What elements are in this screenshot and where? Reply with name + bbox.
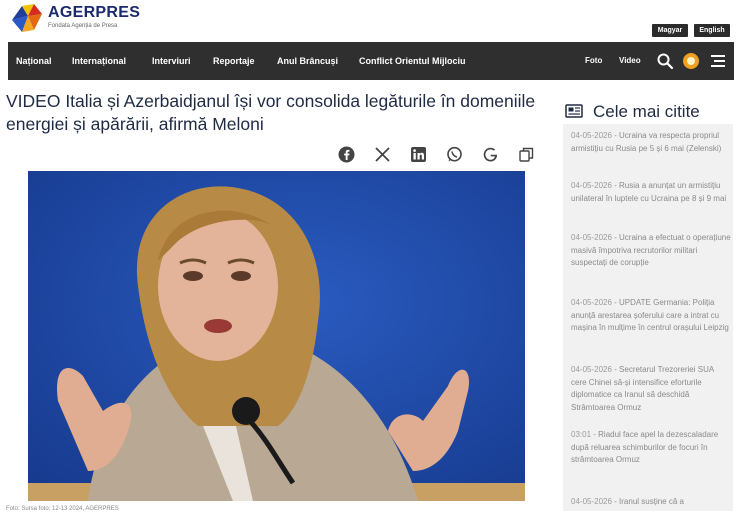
most-read-time: 03:01 — [571, 430, 592, 439]
newspaper-icon — [565, 104, 583, 118]
agerpres-logo[interactable]: AGERPRES Fondata Agenția de Presa — [8, 0, 141, 38]
weather-icon[interactable] — [682, 52, 700, 70]
most-read-time: 04-05-2026 — [571, 181, 612, 190]
copy-link-icon[interactable] — [518, 146, 535, 163]
article-headline: VIDEO Italia și Azerbaidjanul își vor co… — [6, 91, 536, 134]
nav-item-conflict-orientul-mijlociu[interactable]: Conflict Orientul Mijlociu — [359, 42, 466, 80]
main-nav: Național Internațional Interviuri Report… — [8, 42, 734, 80]
photo-caption: Foto: Sursa foto: 12-13 2024, AGERPRES — [6, 506, 119, 512]
nav-item-national[interactable]: Național — [16, 42, 52, 80]
most-read-text: Iranul susține că a — [619, 497, 684, 506]
language-magyar-button[interactable]: Magyar — [652, 24, 688, 37]
most-read-time: 04-05-2026 — [571, 298, 612, 307]
search-icon[interactable] — [656, 52, 674, 70]
x-icon[interactable] — [374, 146, 391, 163]
linkedin-icon[interactable] — [410, 146, 427, 163]
nav-item-anul-brancusi[interactable]: Anul Brâncuși — [277, 42, 338, 80]
brand-tagline: Fondata Agenția de Presa — [48, 23, 118, 29]
most-read-time: 04-05-2026 — [571, 233, 612, 242]
most-read-time: 04-05-2026 — [571, 497, 612, 506]
nav-video-link[interactable]: Video — [619, 42, 641, 80]
top-header: AGERPRES Fondata Agenția de Presa Magyar… — [0, 0, 750, 42]
most-read-item[interactable]: 04-05-2026 - Secretarul Trezoreriei SUA … — [571, 364, 731, 414]
most-read-title: Cele mai citite — [593, 102, 700, 121]
facebook-icon[interactable] — [338, 146, 355, 163]
brand-name: AGERPRES — [48, 4, 141, 21]
meloni-photo-illustration — [28, 171, 525, 501]
google-icon[interactable] — [482, 146, 499, 163]
nav-foto-link[interactable]: Foto — [585, 42, 602, 80]
most-read-text: Riadul face apel la dezescaladare după r… — [571, 430, 719, 464]
nav-item-international[interactable]: Internațional — [72, 42, 126, 80]
whatsapp-icon[interactable] — [446, 146, 463, 163]
most-read-item[interactable]: 03:01 - Riadul face apel la dezescaladar… — [571, 429, 731, 467]
logo-mark-icon — [12, 4, 42, 32]
language-english-button[interactable]: English — [694, 24, 730, 37]
most-read-list: 04-05-2026 - Ucraina va respecta propriu… — [563, 124, 733, 511]
most-read-time: 04-05-2026 — [571, 365, 612, 374]
most-read-item[interactable]: 04-05-2026 - Ucraina va respecta propriu… — [571, 130, 731, 155]
article-photo[interactable] — [28, 171, 525, 501]
most-read-item[interactable]: 04-05-2026 - UPDATE Germania: Poliția an… — [571, 297, 731, 335]
nav-item-reportaje[interactable]: Reportaje — [213, 42, 255, 80]
most-read-item[interactable]: 04-05-2026 - Ucraina a efectuat o operaț… — [571, 232, 731, 270]
most-read-time: 04-05-2026 — [571, 131, 612, 140]
most-read-item[interactable]: 04-05-2026 - Rusia a anunțat un armistiț… — [571, 180, 731, 205]
most-read-item[interactable]: 04-05-2026 - Iranul susține că a — [571, 496, 731, 509]
nav-item-interviuri[interactable]: Interviuri — [152, 42, 191, 80]
menu-icon[interactable] — [709, 52, 727, 70]
